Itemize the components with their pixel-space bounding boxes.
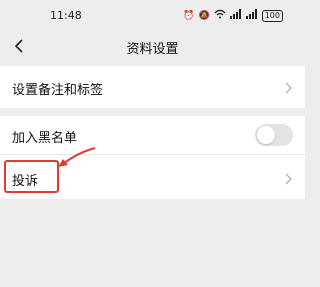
blacklist-toggle[interactable] (255, 124, 293, 146)
toggle-knob (257, 126, 275, 144)
status-bar: 11:48 ⏰ 🔕 100 (0, 0, 305, 30)
remark-and-tag-label: 设置备注和标签 (12, 83, 104, 98)
alarm-icon: ⏰ (183, 10, 195, 21)
page-title: 资料设置 (126, 42, 179, 57)
chevron-right-icon (283, 171, 293, 185)
annotation-arrow-icon (58, 147, 96, 167)
blacklist-row: 加入黑名单 (0, 116, 305, 155)
mute-icon: 🔕 (198, 10, 210, 21)
status-time: 11:48 (50, 9, 82, 22)
battery-icon: 100 (261, 9, 283, 22)
remark-and-tag-row[interactable]: 设置备注和标签 (0, 66, 305, 108)
blacklist-label: 加入黑名单 (12, 131, 78, 146)
wifi-icon (214, 9, 226, 22)
signal-icon-2 (245, 9, 258, 22)
nav-bar: 资料设置 (0, 30, 305, 62)
highlight-box (4, 160, 59, 193)
chevron-right-icon (283, 80, 293, 94)
signal-icon (229, 9, 242, 22)
status-icons: ⏰ 🔕 100 (183, 9, 283, 22)
